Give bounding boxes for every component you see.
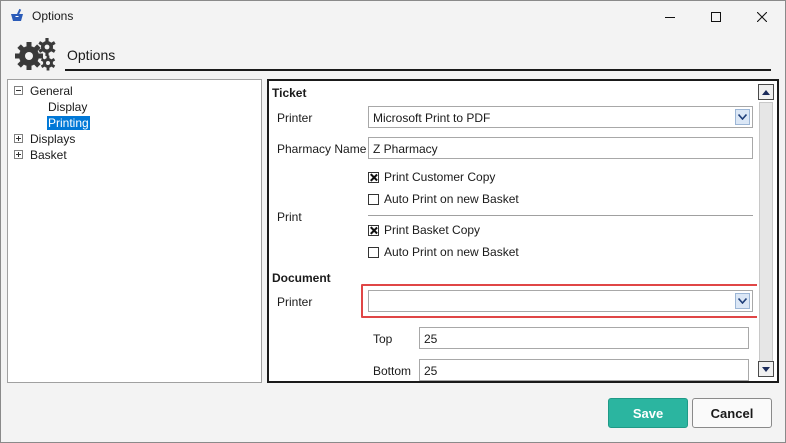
checkbox-unchecked-icon [368, 193, 379, 205]
vertical-scrollbar[interactable] [757, 83, 775, 379]
page-title: Options [67, 47, 116, 63]
expand-icon[interactable] [14, 150, 23, 159]
scroll-down-button[interactable] [758, 361, 774, 377]
header-divider [65, 69, 771, 71]
ticket-printer-select[interactable]: Microsoft Print to PDF [368, 106, 753, 128]
checkbox-label: Print Basket Copy [384, 223, 481, 237]
ticket-printer-label: Printer [277, 111, 313, 125]
minimize-icon [665, 16, 675, 18]
tree-item-printing[interactable]: Printing [47, 115, 90, 130]
checkbox-checked-icon [368, 224, 379, 236]
ticket-heading: Ticket [272, 86, 307, 100]
document-printer-select[interactable] [368, 290, 753, 312]
title-bar: Options [1, 1, 785, 32]
save-button[interactable]: Save [608, 398, 688, 428]
bottom-margin-label: Bottom [373, 364, 412, 378]
window-title: Options [32, 9, 74, 23]
checkbox-label: Print Customer Copy [384, 170, 496, 184]
tree-item-label: Displays [30, 131, 76, 146]
pharmacy-name-label: Pharmacy Name [277, 142, 367, 156]
tree-item-label: Printing [47, 115, 90, 130]
options-window: Options Options General Display Printing… [0, 0, 786, 443]
auto-print-basket-checkbox[interactable]: Auto Print on new Basket [368, 245, 519, 259]
checkbox-checked-icon [368, 171, 379, 183]
print-options-divider [368, 215, 753, 216]
pharmacy-name-value: Z Pharmacy [373, 142, 438, 156]
tree-item-display[interactable]: Display [47, 99, 88, 114]
checkbox-label: Auto Print on new Basket [384, 245, 519, 259]
settings-gears-icon [15, 38, 56, 71]
maximize-icon [711, 11, 721, 22]
bottom-margin-input[interactable]: 25 [419, 359, 749, 381]
tree-item-displays[interactable]: Displays [14, 131, 76, 146]
tree-item-basket[interactable]: Basket [14, 147, 68, 162]
pharmacy-name-input[interactable]: Z Pharmacy [368, 137, 753, 159]
document-printer-label: Printer [277, 295, 313, 309]
options-tree[interactable]: General Display Printing Displays Basket [7, 79, 262, 383]
tree-item-general[interactable]: General [14, 83, 74, 98]
chevron-down-icon [738, 114, 747, 120]
close-button[interactable] [739, 1, 785, 32]
app-mortar-icon [11, 8, 23, 21]
checkbox-unchecked-icon [368, 246, 379, 258]
tree-item-label: Display [48, 99, 88, 114]
dropdown-button[interactable] [735, 293, 750, 309]
bottom-margin-value: 25 [424, 364, 438, 378]
chevron-down-icon [738, 298, 747, 304]
auto-print-customer-checkbox[interactable]: Auto Print on new Basket [368, 192, 519, 206]
collapse-icon[interactable] [14, 86, 23, 95]
ticket-printer-value: Microsoft Print to PDF [373, 111, 491, 125]
triangle-down-icon [762, 366, 770, 372]
top-margin-value: 25 [424, 332, 438, 346]
top-margin-label: Top [373, 332, 393, 346]
tree-item-label: General [30, 83, 73, 98]
checkbox-label: Auto Print on new Basket [384, 192, 519, 206]
scroll-up-button[interactable] [758, 84, 774, 100]
top-margin-input[interactable]: 25 [419, 327, 749, 349]
triangle-up-icon [762, 89, 770, 95]
print-customer-copy-checkbox[interactable]: Print Customer Copy [368, 170, 495, 184]
minimize-button[interactable] [647, 1, 693, 32]
scroll-thumb[interactable] [759, 102, 773, 369]
cancel-button[interactable]: Cancel [692, 398, 772, 428]
print-basket-copy-checkbox[interactable]: Print Basket Copy [368, 223, 480, 237]
maximize-button[interactable] [693, 1, 739, 32]
close-icon [757, 11, 767, 22]
dropdown-button[interactable] [735, 109, 750, 125]
tree-item-label: Basket [30, 147, 67, 162]
print-label: Print [277, 210, 302, 224]
expand-icon[interactable] [14, 134, 23, 143]
document-heading: Document [272, 271, 331, 285]
printing-settings-panel: Ticket Printer Microsoft Print to PDF Ph… [267, 79, 779, 383]
